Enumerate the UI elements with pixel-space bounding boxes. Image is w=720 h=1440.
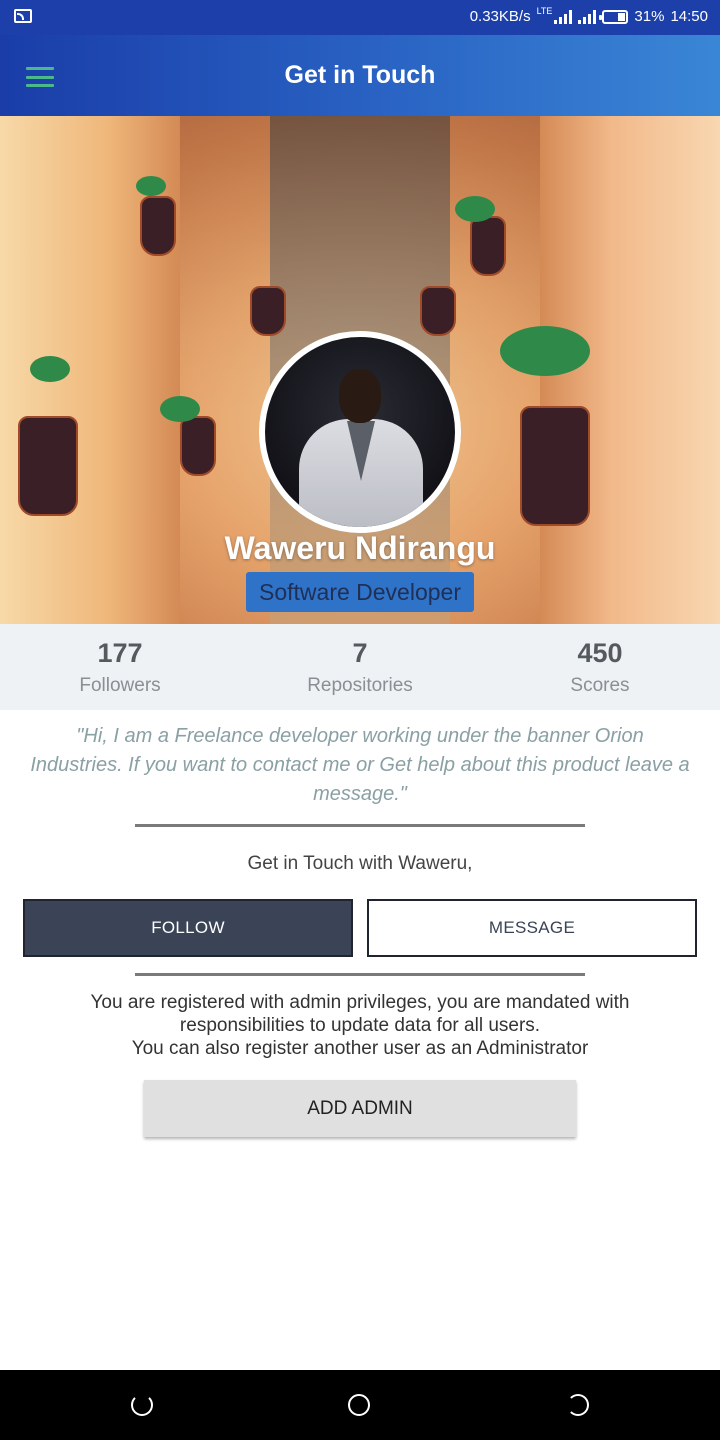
- bio-quote: "Hi, I am a Freelance developer working …: [30, 725, 690, 805]
- admin-info-line: You are registered with admin privileges…: [90, 992, 630, 1036]
- avatar: [259, 331, 461, 533]
- stat-repositories: 7 Repositories: [240, 624, 480, 710]
- profile-name: Waweru Ndirangu: [224, 530, 496, 566]
- plant-leaves: [455, 196, 495, 222]
- battery-icon: [599, 9, 629, 24]
- plant-pot: [420, 286, 456, 336]
- app-bar: Get in Touch: [0, 35, 720, 116]
- divider: [135, 973, 585, 976]
- system-nav-bar: [0, 1370, 720, 1440]
- stat-label: Scores: [570, 675, 630, 696]
- stat-value: 177: [97, 638, 143, 668]
- plant-leaves: [136, 176, 166, 196]
- stat-label: Repositories: [307, 675, 413, 696]
- stat-scores: 450 Scores: [480, 624, 720, 710]
- profile-header: Waweru Ndirangu Software Developer: [0, 116, 720, 624]
- home-icon[interactable]: [348, 1394, 370, 1416]
- divider: [135, 824, 585, 827]
- status-indicators: 0.33KB/s LTE 31% 14:50: [469, 5, 708, 26]
- signal-icon-2: [578, 9, 597, 24]
- stat-value: 7: [352, 638, 368, 668]
- page-title: Get in Touch: [284, 61, 436, 89]
- plant-pot: [470, 216, 506, 276]
- get-in-touch-text: Get in Touch with Waweru,: [247, 853, 473, 874]
- plant-leaves: [30, 356, 70, 382]
- plant-leaves: [160, 396, 200, 422]
- plant-pot: [180, 416, 216, 476]
- stat-followers: 177 Followers: [0, 624, 240, 710]
- plant-leaves: [500, 326, 590, 376]
- plant-pot: [18, 416, 78, 516]
- profile-role-badge: Software Developer: [246, 572, 474, 612]
- plant-pot: [250, 286, 286, 336]
- network-speed: 0.33KB/s: [469, 8, 531, 25]
- battery-percent: 31%: [634, 8, 665, 25]
- recent-apps-icon[interactable]: [567, 1394, 589, 1416]
- plant-pot: [520, 406, 590, 526]
- admin-info-line: You can also register another user as an…: [131, 1038, 589, 1059]
- follow-button[interactable]: FOLLOW: [23, 899, 353, 957]
- plant-pot: [140, 196, 176, 256]
- stat-label: Followers: [79, 675, 161, 696]
- admin-info: You are registered with admin privileges…: [40, 991, 680, 1060]
- clock: 14:50: [670, 8, 708, 25]
- stats-bar: 177 Followers 7 Repositories 450 Scores: [0, 624, 720, 710]
- add-admin-button[interactable]: ADD ADMIN: [144, 1080, 576, 1137]
- message-button[interactable]: MESSAGE: [367, 899, 697, 957]
- signal-icon: [554, 9, 573, 24]
- back-icon[interactable]: [131, 1394, 153, 1416]
- network-type: LTE: [536, 5, 553, 16]
- status-bar: 0.33KB/s LTE 31% 14:50: [0, 0, 720, 35]
- stat-value: 450: [577, 638, 623, 668]
- cast-icon: [14, 9, 32, 23]
